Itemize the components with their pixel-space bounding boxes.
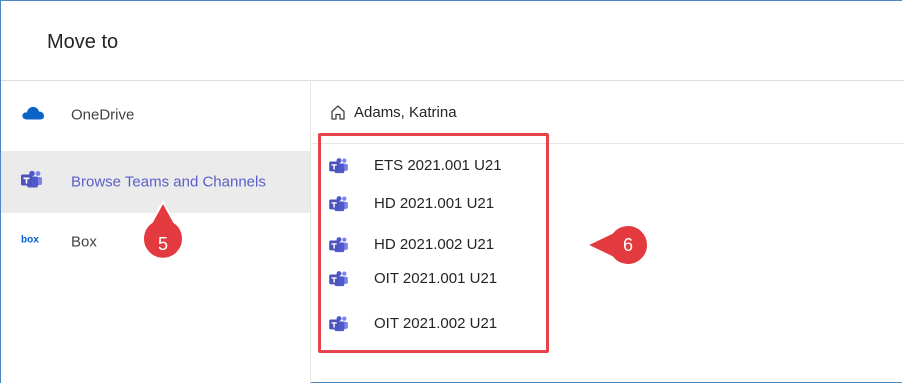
sidebar-item-label: Box [71,233,97,251]
dialog-title: Move to [47,31,119,53]
callout-6-label: 6 [623,235,633,255]
breadcrumb-label[interactable]: Adams, Katrina [354,104,457,121]
callout-6-marker: 6 [584,224,649,266]
sidebar-item-label: OneDrive [71,106,135,124]
box-logo-icon: box [21,233,45,252]
svg-text:box: box [21,235,39,246]
dialog-header: Move to [1,1,904,81]
teams-icon [21,170,43,194]
callout-5-marker: 5 [142,200,184,260]
home-icon[interactable] [330,104,346,126]
onedrive-cloud-icon [21,105,45,126]
teams-list-highlight-box [318,133,549,353]
sidebar-item-label: Browse Teams and Channels [71,173,266,191]
callout-5-label: 5 [158,234,168,254]
sidebar-item-onedrive[interactable]: OneDrive [1,86,310,144]
